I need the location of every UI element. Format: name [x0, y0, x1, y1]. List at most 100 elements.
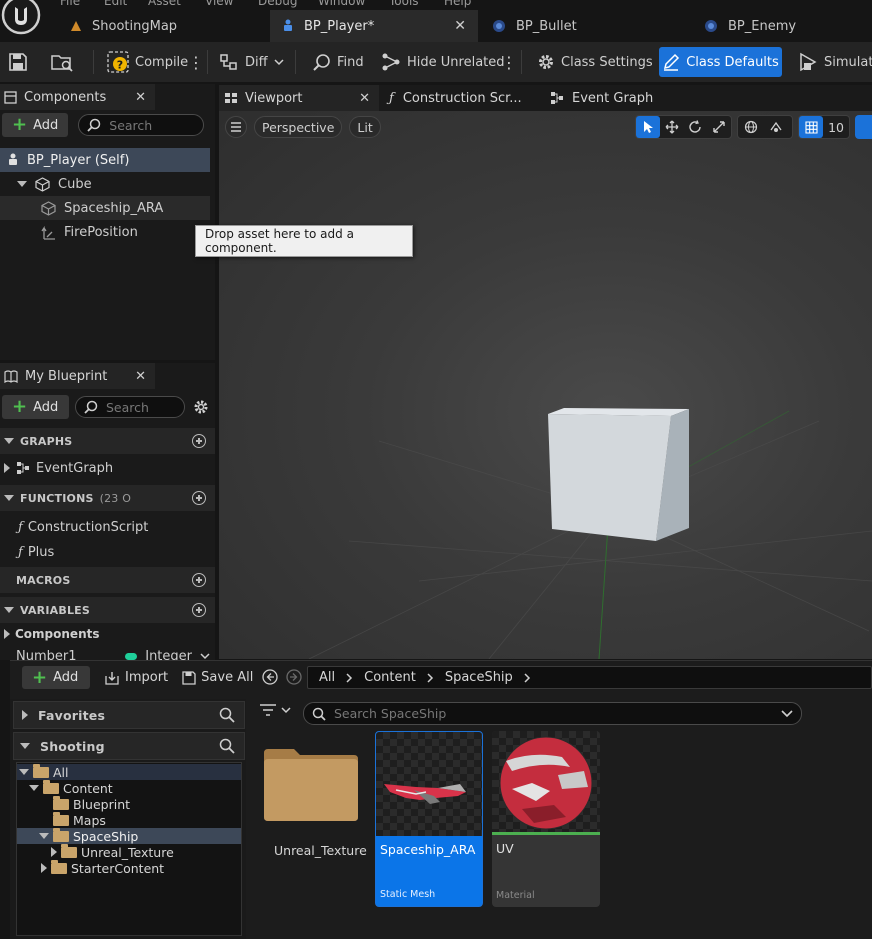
select-cursor-icon[interactable] — [636, 116, 660, 138]
forward-arrow-icon[interactable] — [286, 669, 302, 685]
tab-bp-enemy[interactable]: BP_Enemy — [692, 10, 872, 42]
add-macro-icon[interactable] — [192, 573, 206, 587]
menu-view[interactable]: View — [205, 0, 233, 8]
folder-unreal-texture[interactable]: Unreal_Texture — [51, 843, 174, 860]
grid-snap-icon[interactable] — [799, 116, 824, 138]
close-icon[interactable]: ✕ — [454, 18, 466, 34]
viewport[interactable]: Perspective Lit 10 — [219, 111, 872, 659]
menu-asset[interactable]: Asset — [148, 0, 181, 8]
add-graph-icon[interactable] — [192, 434, 206, 448]
add-member-button[interactable]: + Add — [2, 395, 69, 419]
add-variable-icon[interactable] — [192, 603, 206, 617]
close-icon[interactable]: ✕ — [135, 90, 146, 105]
blueprint-search-input[interactable] — [106, 399, 176, 415]
breadcrumb-all[interactable]: All — [319, 670, 335, 685]
folder-starter-content[interactable]: StarterContent — [41, 859, 164, 876]
chevron-right-icon[interactable] — [346, 672, 353, 683]
move-icon[interactable] — [660, 116, 684, 138]
menu-window[interactable]: Window — [318, 0, 365, 8]
browse-icon[interactable] — [50, 42, 74, 82]
folder-blueprint[interactable]: Blueprint — [53, 795, 130, 812]
chevron-right-icon[interactable] — [427, 672, 434, 683]
surface-snap-icon[interactable] — [763, 116, 788, 138]
graphs-section-header[interactable]: GRAPHS — [0, 428, 215, 454]
tab-components[interactable]: Components ✕ — [0, 84, 155, 110]
expand-arrow-icon[interactable] — [51, 847, 57, 857]
expand-arrow-icon[interactable] — [4, 629, 10, 639]
filter-button[interactable] — [259, 703, 291, 717]
diff-button[interactable]: Diff — [219, 42, 284, 82]
import-button[interactable]: Import — [104, 670, 168, 685]
asset-tile-spaceship-ara[interactable]: Spaceship_ARA Static Mesh — [375, 731, 483, 907]
tab-event-graph[interactable]: Event Graph — [543, 85, 693, 111]
save-icon[interactable] — [8, 42, 28, 82]
menu-debug[interactable]: Debug — [258, 0, 297, 8]
favorites-header[interactable]: Favorites — [13, 701, 245, 729]
lit-button[interactable]: Lit — [349, 116, 381, 138]
variables-components-category[interactable]: Components — [4, 622, 100, 646]
breadcrumb-spaceship[interactable]: SpaceShip — [445, 670, 513, 685]
settings-gear-icon[interactable] — [193, 399, 209, 415]
functions-section-header[interactable]: FUNCTIONS (23 O — [0, 485, 215, 511]
tab-shooting-map[interactable]: ShootingMap — [58, 10, 268, 42]
unreal-logo-icon[interactable] — [1, 0, 41, 35]
expand-arrow-icon[interactable] — [17, 181, 27, 187]
more-options-icon[interactable]: ⋮ — [501, 42, 517, 82]
tab-bp-player[interactable]: BP_Player* ✕ — [270, 10, 478, 42]
class-settings-button[interactable]: Class Settings — [537, 42, 653, 82]
tab-bp-bullet[interactable]: BP_Bullet — [480, 10, 690, 42]
world-space-icon[interactable] — [738, 116, 763, 138]
menu-tools[interactable]: Tools — [389, 0, 419, 8]
content-add-button[interactable]: + Add — [22, 666, 90, 689]
blueprint-search[interactable] — [75, 396, 185, 418]
function-item-construction-script[interactable]: ƒ ConstructionScript — [18, 515, 148, 539]
perspective-button[interactable]: Perspective — [254, 116, 343, 138]
component-self[interactable]: BP_Player (Self) — [0, 148, 210, 172]
graph-item-eventgraph[interactable]: EventGraph — [4, 456, 113, 480]
expand-arrow-icon[interactable] — [41, 863, 47, 873]
close-icon[interactable]: ✕ — [359, 91, 370, 106]
function-item-plus[interactable]: ƒ Plus — [18, 540, 54, 564]
back-arrow-icon[interactable] — [262, 669, 278, 685]
component-cube[interactable]: Cube — [0, 172, 210, 196]
scale-icon[interactable] — [707, 116, 731, 138]
rotate-icon[interactable] — [684, 116, 708, 138]
collapse-arrow-icon[interactable] — [29, 785, 39, 791]
folder-all[interactable]: All — [17, 763, 241, 780]
shooting-header[interactable]: Shooting — [13, 732, 245, 760]
close-icon[interactable]: ✕ — [135, 369, 146, 384]
chevron-down-icon[interactable] — [200, 652, 210, 660]
components-search[interactable] — [78, 114, 205, 136]
menu-edit[interactable]: Edit — [104, 0, 127, 8]
folder-spaceship[interactable]: SpaceShip — [17, 827, 241, 844]
rotation-snap-icon[interactable] — [855, 115, 872, 139]
add-component-button[interactable]: + Add — [2, 113, 69, 137]
components-search-input[interactable] — [109, 117, 200, 133]
tab-viewport[interactable]: Viewport ✕ — [219, 85, 379, 111]
compile-options-icon[interactable]: ⋮ — [188, 42, 204, 82]
breadcrumb-content[interactable]: Content — [364, 670, 416, 685]
tab-my-blueprint[interactable]: My Blueprint ✕ — [0, 363, 155, 389]
menu-help[interactable]: Help — [444, 0, 471, 8]
asset-tile-uv-material[interactable]: UV Material — [492, 731, 600, 907]
simulation-button[interactable]: Simulation — [798, 42, 872, 82]
asset-search-input[interactable] — [334, 706, 764, 721]
hamburger-menu-icon[interactable] — [225, 116, 247, 138]
tab-construction-script[interactable]: ƒ Construction Scr... — [381, 85, 541, 111]
expand-arrow-icon[interactable] — [4, 463, 10, 473]
find-button[interactable]: Find — [313, 42, 364, 82]
grid-snap-value[interactable]: 10 — [823, 120, 849, 135]
chevron-down-icon[interactable] — [781, 709, 793, 718]
asset-tile-unreal-texture[interactable]: Unreal_Texture — [259, 741, 369, 861]
compile-button[interactable]: ? Compile — [107, 42, 188, 82]
search-icon[interactable] — [219, 738, 235, 754]
component-spaceship[interactable]: Spaceship_ARA — [0, 196, 210, 220]
save-all-button[interactable]: Save All — [182, 670, 253, 685]
cube-mesh[interactable] — [548, 408, 689, 541]
add-function-icon[interactable] — [192, 491, 206, 505]
macros-section-header[interactable]: MACROS — [0, 567, 215, 593]
folder-maps[interactable]: Maps — [53, 811, 106, 828]
hide-unrelated-button[interactable]: Hide Unrelated — [381, 42, 505, 82]
chevron-right-icon[interactable] — [524, 672, 531, 683]
menu-file[interactable]: File — [60, 0, 80, 8]
